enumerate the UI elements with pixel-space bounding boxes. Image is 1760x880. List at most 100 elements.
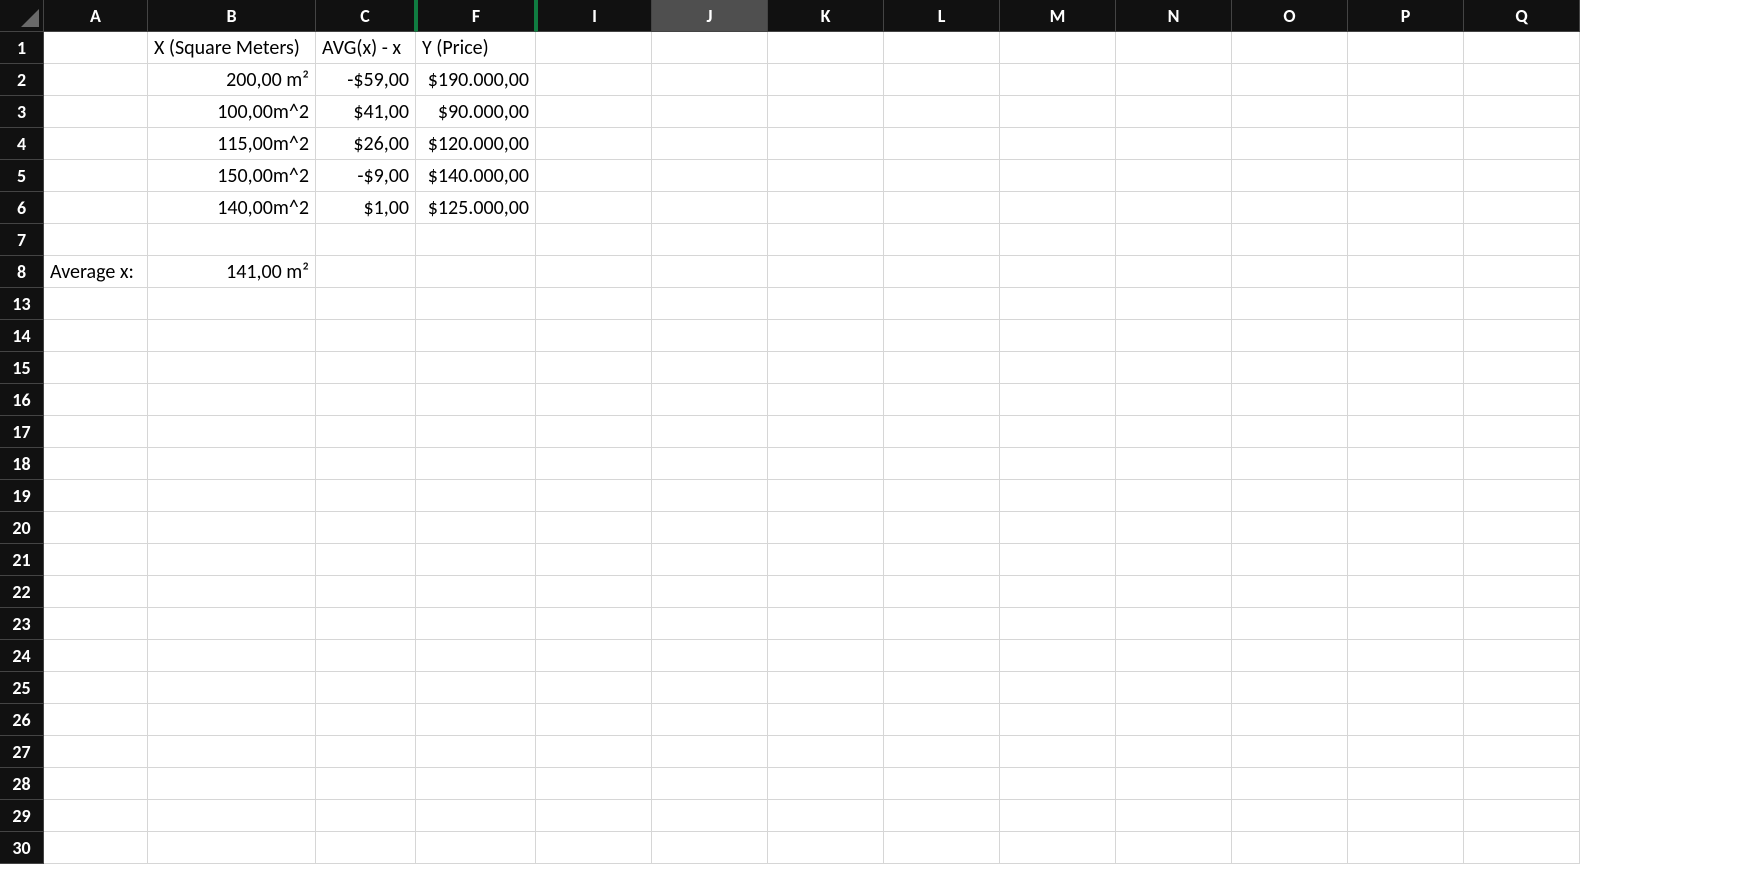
cell-M29[interactable]	[1000, 800, 1116, 832]
cell-P19[interactable]	[1348, 480, 1464, 512]
cell-B8[interactable]: 141,00 m²	[148, 256, 316, 288]
cell-N30[interactable]	[1116, 832, 1232, 864]
cell-I1[interactable]	[536, 32, 652, 64]
cell-C21[interactable]	[316, 544, 416, 576]
cell-L23[interactable]	[884, 608, 1000, 640]
cell-N19[interactable]	[1116, 480, 1232, 512]
row-header-13[interactable]: 13	[0, 288, 44, 320]
cell-K30[interactable]	[768, 832, 884, 864]
cell-O6[interactable]	[1232, 192, 1348, 224]
cell-I24[interactable]	[536, 640, 652, 672]
cell-J13[interactable]	[652, 288, 768, 320]
cell-K29[interactable]	[768, 800, 884, 832]
cell-Q13[interactable]	[1464, 288, 1580, 320]
cell-Q6[interactable]	[1464, 192, 1580, 224]
cell-L17[interactable]	[884, 416, 1000, 448]
cell-C17[interactable]	[316, 416, 416, 448]
cell-L4[interactable]	[884, 128, 1000, 160]
cell-P30[interactable]	[1348, 832, 1464, 864]
cell-N28[interactable]	[1116, 768, 1232, 800]
row-header-26[interactable]: 26	[0, 704, 44, 736]
cell-M20[interactable]	[1000, 512, 1116, 544]
cell-C13[interactable]	[316, 288, 416, 320]
cell-A14[interactable]	[44, 320, 148, 352]
cell-B16[interactable]	[148, 384, 316, 416]
cell-I21[interactable]	[536, 544, 652, 576]
cell-C29[interactable]	[316, 800, 416, 832]
cell-L14[interactable]	[884, 320, 1000, 352]
cell-A15[interactable]	[44, 352, 148, 384]
cell-C23[interactable]	[316, 608, 416, 640]
cell-O16[interactable]	[1232, 384, 1348, 416]
cell-F17[interactable]	[416, 416, 536, 448]
cell-K26[interactable]	[768, 704, 884, 736]
cell-O19[interactable]	[1232, 480, 1348, 512]
cell-N27[interactable]	[1116, 736, 1232, 768]
cell-Q22[interactable]	[1464, 576, 1580, 608]
cell-F18[interactable]	[416, 448, 536, 480]
cell-Q15[interactable]	[1464, 352, 1580, 384]
cell-O25[interactable]	[1232, 672, 1348, 704]
cell-F30[interactable]	[416, 832, 536, 864]
cell-L25[interactable]	[884, 672, 1000, 704]
cell-O7[interactable]	[1232, 224, 1348, 256]
cell-K13[interactable]	[768, 288, 884, 320]
cell-O26[interactable]	[1232, 704, 1348, 736]
cell-K3[interactable]	[768, 96, 884, 128]
cell-J3[interactable]	[652, 96, 768, 128]
cell-N20[interactable]	[1116, 512, 1232, 544]
column-header-O[interactable]: O	[1232, 0, 1348, 32]
cell-P27[interactable]	[1348, 736, 1464, 768]
cell-M17[interactable]	[1000, 416, 1116, 448]
cell-I6[interactable]	[536, 192, 652, 224]
cell-O5[interactable]	[1232, 160, 1348, 192]
cell-B3[interactable]: 100,00m^2	[148, 96, 316, 128]
cell-K7[interactable]	[768, 224, 884, 256]
cell-O13[interactable]	[1232, 288, 1348, 320]
cell-C4[interactable]: $26,00	[316, 128, 416, 160]
column-header-F[interactable]: F	[416, 0, 536, 32]
cell-O29[interactable]	[1232, 800, 1348, 832]
cell-N13[interactable]	[1116, 288, 1232, 320]
cell-O8[interactable]	[1232, 256, 1348, 288]
row-header-24[interactable]: 24	[0, 640, 44, 672]
cell-A22[interactable]	[44, 576, 148, 608]
cell-Q18[interactable]	[1464, 448, 1580, 480]
cell-Q5[interactable]	[1464, 160, 1580, 192]
cell-O1[interactable]	[1232, 32, 1348, 64]
cell-I28[interactable]	[536, 768, 652, 800]
column-header-Q[interactable]: Q	[1464, 0, 1580, 32]
cell-J28[interactable]	[652, 768, 768, 800]
cell-F3[interactable]: $90.000,00	[416, 96, 536, 128]
cell-P26[interactable]	[1348, 704, 1464, 736]
cell-A5[interactable]	[44, 160, 148, 192]
cell-Q16[interactable]	[1464, 384, 1580, 416]
cell-B24[interactable]	[148, 640, 316, 672]
cell-P23[interactable]	[1348, 608, 1464, 640]
cell-I8[interactable]	[536, 256, 652, 288]
cell-K27[interactable]	[768, 736, 884, 768]
cell-F1[interactable]: Y (Price)	[416, 32, 536, 64]
cell-A3[interactable]	[44, 96, 148, 128]
cell-I5[interactable]	[536, 160, 652, 192]
row-header-19[interactable]: 19	[0, 480, 44, 512]
row-header-7[interactable]: 7	[0, 224, 44, 256]
cell-Q30[interactable]	[1464, 832, 1580, 864]
cell-B21[interactable]	[148, 544, 316, 576]
cell-O18[interactable]	[1232, 448, 1348, 480]
cell-B25[interactable]	[148, 672, 316, 704]
cell-O30[interactable]	[1232, 832, 1348, 864]
column-header-N[interactable]: N	[1116, 0, 1232, 32]
cell-B15[interactable]	[148, 352, 316, 384]
cell-M14[interactable]	[1000, 320, 1116, 352]
cell-L20[interactable]	[884, 512, 1000, 544]
column-header-I[interactable]: I	[536, 0, 652, 32]
cell-L8[interactable]	[884, 256, 1000, 288]
cell-J16[interactable]	[652, 384, 768, 416]
cell-M6[interactable]	[1000, 192, 1116, 224]
cell-K23[interactable]	[768, 608, 884, 640]
cell-Q20[interactable]	[1464, 512, 1580, 544]
cell-I18[interactable]	[536, 448, 652, 480]
cell-B30[interactable]	[148, 832, 316, 864]
cell-I15[interactable]	[536, 352, 652, 384]
